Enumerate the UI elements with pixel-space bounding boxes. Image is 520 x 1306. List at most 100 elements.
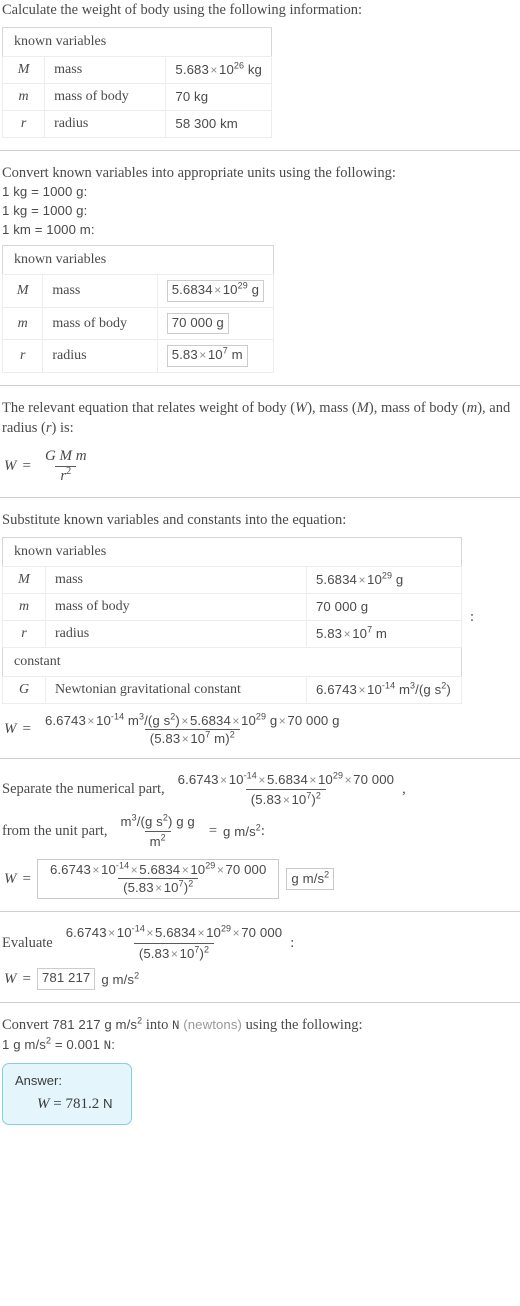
table-row: m mass of body 70 000 g (2, 592, 462, 621)
equation-lhs: W (4, 720, 17, 737)
evaluate-colon: : (290, 934, 295, 951)
row-value: 5.6834 × 1029 g (306, 565, 462, 594)
row-symbol: G (2, 675, 46, 704)
answer-card: Answer: W = 781.2 N (2, 1063, 132, 1126)
unit-colon: : (260, 823, 265, 840)
table-row: G Newtonian gravitational constant 6.674… (2, 675, 462, 704)
table-row: m mass of body 70 kg (1, 82, 272, 111)
highlighted-value: 5.6834 × 1029 g (166, 280, 264, 302)
evaluate-label: Evaluate (2, 934, 53, 951)
step2-prompt: Convert known variables into appropriate… (2, 164, 396, 181)
known-variables-table-1: known variables M mass 5.683 × 1026 kg m m… (1, 26, 272, 138)
equals-sign: = (22, 720, 31, 737)
equals-sign: = (22, 970, 31, 987)
equation-lhs: W (4, 970, 17, 987)
fraction-numerator: 6.6743 × 10-14 × 5.6834 × 1029 × 70 000 (49, 860, 267, 878)
highlighted-value: 70 000 g (166, 312, 229, 335)
equation-lhs: W (4, 458, 17, 475)
equals-sign: = (22, 458, 31, 475)
separate-numerical-line: Separate the numerical part, 6.6743 × 10-1… (2, 771, 518, 809)
equals-sign: = (208, 823, 218, 840)
step-substitute: Substitute known variables and constants… (0, 510, 520, 746)
table-row: M mass 5.6834 × 1029 g (1, 274, 275, 308)
table-header-label-constant: constant (2, 647, 462, 677)
fraction-denominator: r2 (55, 466, 77, 485)
table-row: r radius 5.83 × 107 m (2, 619, 462, 648)
row-name: radius (42, 339, 158, 373)
row-name: radius (45, 619, 307, 648)
unit-fraction: m3/(g s2) g g m2 (116, 813, 200, 850)
fraction-denominator: m2 (144, 830, 171, 850)
conversion-line-3: 1 km = 1000 m: (2, 221, 95, 237)
known-variables-table-2: known variables M mass 5.6834 × 1029 g m m… (1, 245, 275, 373)
row-value: 5.83 × 107 m (306, 619, 462, 648)
table-row: M mass 5.683 × 1026 kg (1, 55, 272, 84)
row-name: mass (45, 565, 307, 594)
highlighted-unit: g m/s2 (286, 868, 335, 891)
fraction-numerator: m3/(g s2) g g (120, 812, 195, 829)
row-value: 5.6834 × 1029 g (156, 274, 275, 308)
separate-numerical-label: Separate the numerical part, (2, 781, 165, 798)
convert-prompt: Convert 781 217 g m/s2 into N (newtons) … (2, 1015, 363, 1033)
section-separator (0, 497, 520, 499)
conversion-line-2: 1 kg = 1000 g: (2, 202, 88, 218)
row-value: 5.83 × 107 m (156, 339, 275, 373)
fraction-numerator: 6.6743 × 10-14 × 5.6834 × 1029 × 70 000 (65, 923, 283, 941)
row-value: 58 300 km (165, 109, 272, 138)
row-symbol: r (2, 619, 46, 648)
substituted-equation: W = 6.6743 × 10-14 m3/(g s2) × 5.6834 × 1029 g… (4, 711, 518, 746)
row-value: 6.6743 × 10-14 m3/(g s2) (306, 675, 462, 704)
step3-prompt: The relevant equation that relates weigh… (2, 399, 511, 437)
table-row: r radius 58 300 km (1, 109, 272, 138)
fraction: 6.6743 × 10-14 × 5.6834 × 1029 × 70 000 (5.83 × 10… (45, 860, 271, 895)
step-evaluate: Evaluate 6.6743 × 10-14 × 5.6834 × 1029 × 70 000… (0, 924, 520, 990)
row-name: mass of body (44, 82, 167, 111)
result-unit: g m/s2 (101, 970, 140, 987)
row-symbol: r (1, 109, 46, 138)
highlighted-fraction: 6.6743 × 10-14 × 5.6834 × 1029 × 70 000 (5.83 × 10… (36, 859, 280, 900)
unit-part-line: from the unit part, m3/(g s2) g g m2 = g… (2, 813, 518, 850)
numeric-fraction: 6.6743 × 10-14 × 5.6834 × 1029 × 70 000 (5.83 × 10… (173, 771, 399, 809)
table-header-row: known variables (2, 245, 274, 276)
known-variables-table-3: known variables M mass 5.6834 × 1029 g m m… (2, 536, 462, 704)
step-given-info: Calculate the weight of body using the f… (0, 0, 520, 138)
table-header-row: known variables (2, 537, 462, 567)
row-name: Newtonian gravitational constant (45, 675, 307, 704)
table-row: M mass 5.6834 × 1029 g (2, 565, 462, 594)
section-separator (0, 384, 520, 386)
fraction-denominator: (5.83 × 107)2 (118, 878, 199, 895)
fraction-denominator: (5.83 × 107)2 (133, 942, 215, 963)
conversion-rule: 1 g m/s2 = 0.001 N: (2, 1035, 116, 1053)
table-header-row-constant: constant (2, 647, 462, 677)
row-symbol: M (1, 55, 46, 84)
row-value: 70 000 g (156, 306, 275, 341)
row-symbol: m (2, 592, 46, 621)
solution-page: Calculate the weight of body using the f… (0, 0, 520, 1126)
fraction: 6.6743 × 10-14 m3/(g s2) × 5.6834 × 1029 g × 70 … (40, 711, 345, 746)
row-symbol: M (1, 274, 44, 308)
table-header-row: known variables (2, 27, 272, 57)
step-relevant-equation: The relevant equation that relates weigh… (0, 398, 520, 485)
step-separate-parts: Separate the numerical part, 6.6743 × 10-1… (0, 771, 520, 900)
row-value: 70 000 g (306, 592, 462, 621)
table-row: r radius 5.83 × 107 m (1, 339, 275, 373)
row-value: 5.683 × 1026 kg (165, 55, 272, 84)
row-symbol: m (1, 82, 46, 111)
evaluate-line: Evaluate 6.6743 × 10-14 × 5.6834 × 1029 × 70 000… (2, 924, 518, 962)
boxed-numeric-equation: W = 6.6743 × 10-14 × 5.6834 × 1029 × 70 000 (5.8… (4, 859, 518, 900)
evaluate-fraction: 6.6743 × 10-14 × 5.6834 × 1029 × 70 000 (5.83 × 10… (61, 924, 287, 962)
table-row: m mass of body 70 000 g (1, 306, 275, 341)
step-unit-conversion: Convert known variables into appropriate… (0, 163, 520, 373)
row-name: radius (44, 109, 167, 138)
table-header-label: known variables (2, 245, 274, 276)
equation-lhs: W (4, 870, 17, 887)
trailing-colon: : (470, 608, 475, 625)
highlighted-result-value: 781 217 (36, 968, 96, 990)
step-convert-to-newtons: Convert 781 217 g m/s2 into N (newtons) … (0, 1015, 520, 1126)
fraction-numerator: 6.6743 × 10-14 m3/(g s2) × 5.6834 × 1029 g × 70 … (44, 711, 340, 728)
conversion-line-1: 1 kg = 1000 g: (2, 184, 88, 200)
row-name: mass of body (42, 306, 158, 341)
equals-sign: = (22, 870, 31, 887)
table-header-label: known variables (2, 537, 462, 567)
row-value: 70 kg (165, 82, 272, 111)
